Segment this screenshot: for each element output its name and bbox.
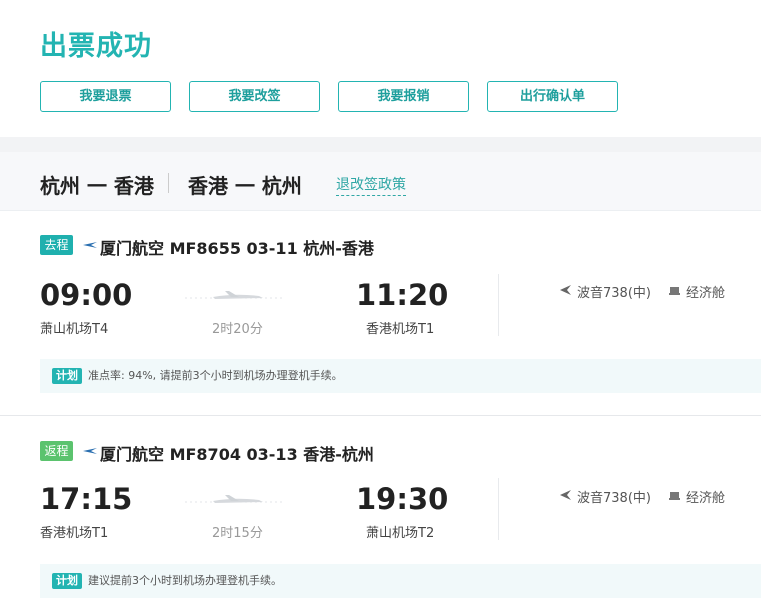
refund-policy-link[interactable]: 退改签政策 xyxy=(336,174,406,196)
flight-info: 厦门航空 MF8704 03-13 香港-杭州 xyxy=(100,445,374,464)
reimburse-button[interactable]: 我要报销 xyxy=(338,81,469,112)
seat-icon xyxy=(669,287,680,295)
route-tab-outbound[interactable]: 杭州 一 香港 xyxy=(40,170,154,199)
flight-note: 计划 准点率: 94%, 请提前3个小时到机场办理登机手续。 xyxy=(40,359,761,393)
airline-logo-icon xyxy=(83,242,97,248)
flight-duration: 2时15分 xyxy=(212,526,263,541)
plane-illustration-icon xyxy=(185,291,285,299)
flight-duration: 2时20分 xyxy=(212,322,263,337)
depart-airport: 萧山机场T4 xyxy=(40,322,109,337)
trip-confirmation-button[interactable]: 出行确认单 xyxy=(487,81,618,112)
flight-segment-return: 返程 厦门航空 MF8704 03-13 香港-杭州 17:15 香港机场T1 … xyxy=(0,432,761,600)
depart-time: 09:00 xyxy=(40,278,133,312)
plan-badge: 计划 xyxy=(52,573,82,589)
segment-tag: 返程 xyxy=(40,441,73,461)
cabin-class: 经济舱 xyxy=(686,491,726,506)
reschedule-button[interactable]: 我要改签 xyxy=(189,81,320,112)
success-header: 出票成功 我要退票 我要改签 我要报销 出行确认单 xyxy=(0,0,761,137)
segment-separator xyxy=(0,415,761,416)
flight-info: 厦门航空 MF8655 03-11 杭州-香港 xyxy=(100,239,374,258)
airline-logo-icon xyxy=(83,448,97,454)
cabin-class: 经济舱 xyxy=(686,286,726,301)
arrive-time: 11:20 xyxy=(356,278,449,312)
plane-illustration-icon xyxy=(185,495,285,503)
flight-segment-outbound: 去程 厦门航空 MF8655 03-11 杭州-香港 09:00 萧山机场T4 … xyxy=(0,226,761,394)
flight-note: 计划 建议提前3个小时到机场办理登机手续。 xyxy=(40,564,761,598)
arrive-time: 19:30 xyxy=(356,482,449,516)
refund-button[interactable]: 我要退票 xyxy=(40,81,171,112)
note-text: 准点率: 94%, 请提前3个小时到机场办理登机手续。 xyxy=(88,369,343,382)
note-text: 建议提前3个小时到机场办理登机手续。 xyxy=(88,574,282,587)
aircraft-type: 波音738(中) xyxy=(577,286,651,301)
segment-tag: 去程 xyxy=(40,235,73,255)
route-tab-return[interactable]: 香港 一 杭州 xyxy=(188,170,302,199)
depart-airport: 香港机场T1 xyxy=(40,526,109,541)
segment-divider xyxy=(498,274,499,336)
route-divider xyxy=(168,173,169,193)
arrive-airport: 萧山机场T2 xyxy=(366,526,435,541)
plan-badge: 计划 xyxy=(52,368,82,384)
section-gap xyxy=(0,137,761,152)
seat-icon xyxy=(669,492,680,500)
airplane-icon xyxy=(560,490,571,500)
aircraft-type: 波音738(中) xyxy=(577,491,651,506)
segment-divider xyxy=(498,478,499,540)
page-title: 出票成功 xyxy=(40,31,152,62)
arrive-airport: 香港机场T1 xyxy=(366,322,435,337)
depart-time: 17:15 xyxy=(40,482,133,516)
airplane-icon xyxy=(560,285,571,295)
